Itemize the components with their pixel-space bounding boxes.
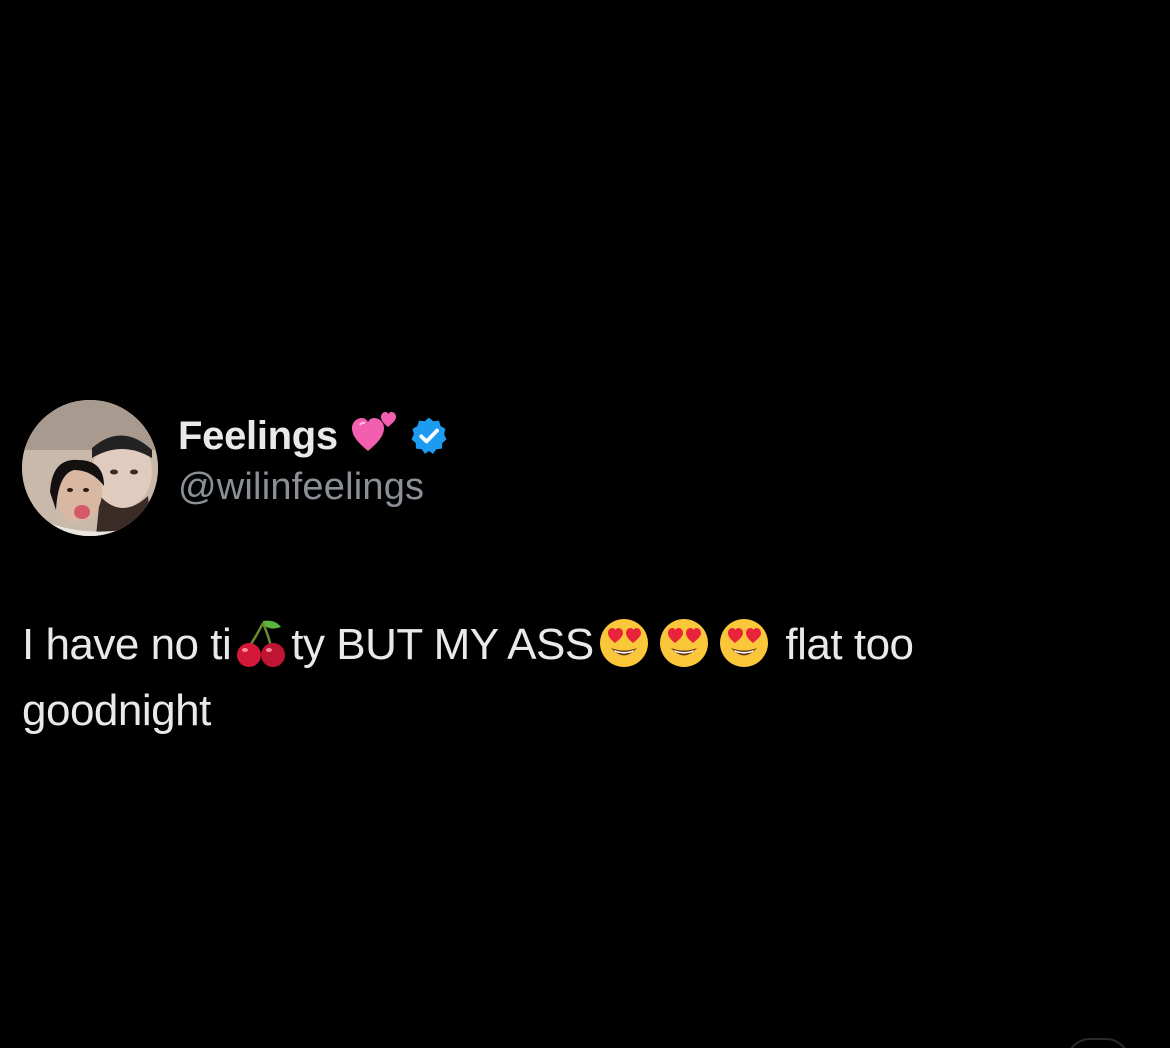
heart-eyes-emoji-icon: [659, 619, 708, 667]
heart-eyes-emoji-icon: [599, 619, 648, 667]
tweet-header: Feelings @wilinfeelings: [22, 400, 450, 536]
avatar[interactable]: [22, 400, 158, 536]
heart-eyes-emoji-icon: [719, 619, 768, 667]
tweet-text-part: flat too: [773, 620, 914, 669]
tweet-screenshot: Feelings @wilinfeelings I have no ti ty …: [0, 0, 1170, 1048]
tweet-text: I have no ti ty BUT MY ASS flat too good…: [22, 612, 1142, 744]
corner-decoration: [1066, 1038, 1130, 1048]
user-handle[interactable]: @wilinfeelings: [178, 466, 450, 509]
author-info: Feelings @wilinfeelings: [178, 411, 450, 509]
cherries-emoji-icon: [237, 620, 286, 667]
tweet-text-part: I have no ti: [22, 620, 232, 669]
tweet-text-part: ty BUT MY ASS: [291, 620, 594, 669]
name-row: Feelings: [178, 411, 450, 458]
verified-badge-icon[interactable]: [408, 415, 450, 457]
avatar-photo: [22, 400, 158, 536]
two-hearts-emoji-icon: [351, 411, 396, 451]
tweet-text-part: goodnight: [22, 686, 211, 735]
display-name[interactable]: Feelings: [178, 414, 338, 458]
